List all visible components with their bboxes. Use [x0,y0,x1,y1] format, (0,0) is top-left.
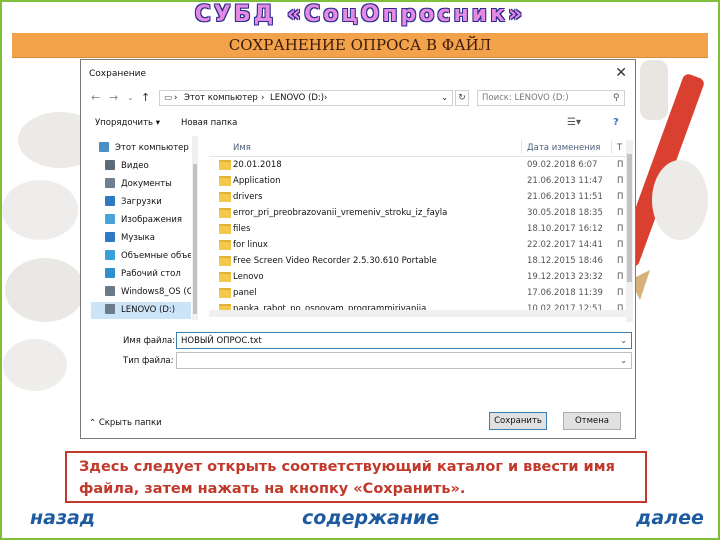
address-row: ← → ⌄ ↑ ▭ › Этот компьютер › LENOVO (D:)… [81,88,635,110]
filetype-select[interactable]: ⌄ [176,352,632,369]
navigation-scroll-thumb[interactable] [193,164,197,314]
file-row[interactable]: files 18.10.2017 16:12 П [209,221,629,238]
up-arrow-icon[interactable]: ↑ [141,91,150,104]
file-list-hscrollbar[interactable] [209,310,626,317]
hide-folders-toggle[interactable]: ⌃ Скрыть папки [89,418,162,428]
nav-item-desktop[interactable]: Рабочий стол [91,266,191,283]
drive-c-icon [105,286,115,296]
file-list-scrollbar[interactable] [626,140,633,322]
3d-objects-icon [105,250,115,260]
filetype-label: Тип файла: [123,356,174,366]
contents-link[interactable]: содержание [302,507,439,529]
drive-d-icon [105,304,115,314]
column-name[interactable]: Имя [233,143,251,153]
dialog-titlebar: Сохранение ✕ [81,60,635,88]
folder-icon [219,272,231,282]
address-dropdown-icon[interactable]: ⌄ [441,93,448,102]
folder-icon [219,256,231,266]
folder-icon [219,288,231,298]
column-date[interactable]: Дата изменения [527,143,600,153]
folder-icon [219,192,231,202]
save-button[interactable]: Сохранить [489,412,547,430]
file-list-scroll-thumb[interactable] [627,154,632,282]
new-folder-button[interactable]: Новая папка [181,118,237,128]
file-row[interactable]: Application 21.06.2013 11:47 П [209,173,629,190]
file-row[interactable]: Free Screen Video Recorder 2.5.30.610 Po… [209,253,629,270]
search-input[interactable]: Поиск: LENOVO (D:) [477,90,625,106]
nav-item-video[interactable]: Видео [91,158,191,175]
column-type[interactable]: Т [617,143,622,153]
downloads-icon [105,196,115,206]
file-row[interactable]: panel 17.06.2018 11:39 П [209,285,629,302]
music-icon [105,232,115,242]
next-link[interactable]: далее [636,507,704,529]
nav-item-documents[interactable]: Документы [91,176,191,193]
cancel-button[interactable]: Отмена [563,412,621,430]
address-bar[interactable]: ▭ › Этот компьютер › LENOVO (D:) › ⌄ [159,90,453,106]
file-row[interactable]: Lenovo 19.12.2013 23:32 П [209,269,629,286]
forward-arrow-icon[interactable]: → [109,91,118,104]
nav-item-this-pc[interactable]: Этот компьютер [91,140,191,157]
filename-input[interactable]: НОВЫЙ ОПРОС.txt ⌄ [176,332,632,349]
file-row[interactable]: drivers 21.06.2013 11:51 П [209,189,629,206]
video-icon [105,160,115,170]
search-icon: ⚲ [613,93,620,103]
nav-item-images[interactable]: Изображения [91,212,191,229]
refresh-icon[interactable]: ↻ [455,90,469,106]
address-separator-3: › [324,93,328,103]
nav-item-3d-objects[interactable]: Объемные объе [91,248,191,265]
file-row[interactable]: 20.01.2018 09.02.2018 6:07 П [209,157,629,174]
address-computer[interactable]: Этот компьютер [184,93,258,103]
help-icon[interactable]: ? [613,117,619,128]
dialog-footer: ⌃ Скрыть папки Сохранить Отмена [81,404,635,438]
images-icon [105,214,115,224]
address-separator: › [174,93,178,103]
file-list: 20.01.2018 09.02.2018 6:07 П Application… [209,157,629,317]
nav-item-drive-d[interactable]: LENOVO (D:) [91,302,191,319]
folder-icon [219,208,231,218]
back-link[interactable]: назад [30,507,95,529]
save-dialog: Сохранение ✕ ← → ⌄ ↑ ▭ › Этот компьютер … [80,59,636,439]
column-separator[interactable] [521,140,522,154]
close-icon[interactable]: ✕ [615,65,627,81]
chevron-down-icon[interactable]: ⌄ [620,336,627,345]
file-list-header: Имя Дата изменения Т [209,140,629,157]
folder-icon [219,176,231,186]
back-arrow-icon[interactable]: ← [91,91,100,104]
chevron-up-icon: ⌃ [89,418,97,428]
filename-row: Имя файла: НОВЫЙ ОПРОС.txt ⌄ [81,332,635,350]
documents-icon [105,178,115,188]
navigation-pane: Этот компьютер Видео Документы Загрузки … [91,140,191,320]
file-row[interactable]: for linux 22.02.2017 14:41 П [209,237,629,254]
file-row[interactable]: error_pri_preobrazovanii_vremeniv_stroku… [209,205,629,222]
dialog-toolbar: Упорядочить ▾ Новая папка ☰▾ ? [81,112,635,134]
column-separator[interactable] [611,140,612,154]
section-banner: СОХРАНЕНИЕ ОПРОСА В ФАЙЛ [12,33,708,58]
nav-item-downloads[interactable]: Загрузки [91,194,191,211]
folder-icon [219,160,231,170]
address-drive[interactable]: LENOVO (D:) [270,93,324,103]
address-separator-2: › [261,93,265,103]
filetype-row: Тип файла: ⌄ [81,352,635,370]
filename-label: Имя файла: [123,336,176,346]
hide-folders-label: Скрыть папки [98,418,162,428]
computer-small-icon: ▭ [164,93,173,103]
computer-icon [99,142,109,152]
nav-item-music[interactable]: Музыка [91,230,191,247]
nav-item-drive-c[interactable]: Windows8_OS (C [91,284,191,301]
chevron-down-icon[interactable]: ⌄ [620,356,627,365]
folder-icon [219,240,231,250]
view-options-icon[interactable]: ☰▾ [567,117,581,128]
desktop-icon [105,268,115,278]
navigation-scrollbar[interactable] [192,136,198,320]
filename-value: НОВЫЙ ОПРОС.txt [181,336,262,346]
app-title: СУБД «СоцОпросник» [194,2,526,27]
instruction-text: Здесь следует открыть соответствующий ка… [65,451,647,503]
folder-icon [219,224,231,234]
organize-menu[interactable]: Упорядочить ▾ [95,118,160,128]
recent-dropdown-icon[interactable]: ⌄ [127,93,134,102]
dialog-title: Сохранение [89,69,147,79]
